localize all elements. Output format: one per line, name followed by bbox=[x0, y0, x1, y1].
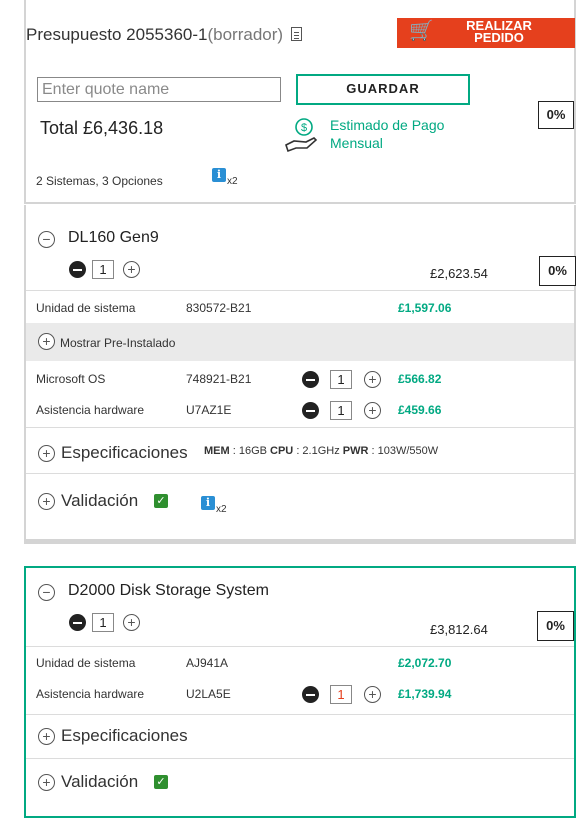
cart-plus-icon: 🛒 bbox=[409, 20, 434, 42]
mem-value: : 16GB bbox=[229, 445, 271, 457]
save-button[interactable]: GUARDAR bbox=[296, 74, 470, 105]
divider bbox=[26, 646, 574, 647]
quote-total: Total £6,436.18 bbox=[40, 118, 164, 138]
option-qty-input[interactable]: 1 bbox=[330, 685, 352, 704]
base-unit-label: Unidad de sistema bbox=[36, 656, 136, 670]
document-icon[interactable] bbox=[291, 27, 303, 41]
base-unit-price: £1,597.06 bbox=[398, 301, 452, 315]
place-order-label: REALIZAR PEDIDO bbox=[466, 18, 532, 45]
system-panel-dl160: − DL160 Gen9 1 + £2,623.54 0% Unidad de … bbox=[24, 205, 576, 544]
option-label: Microsoft OS bbox=[36, 372, 106, 386]
check-icon: ✓ bbox=[154, 494, 168, 508]
increase-qty-button[interactable]: + bbox=[123, 614, 140, 631]
check-icon: ✓ bbox=[154, 775, 168, 789]
decrease-qty-button[interactable] bbox=[69, 261, 86, 278]
specs-summary: MEM : 16GB CPU : 2.1GHz PWR : 103W/550W bbox=[204, 445, 438, 457]
specifications-toggle[interactable]: Especificaciones bbox=[61, 443, 188, 463]
decrease-option-qty-button[interactable] bbox=[302, 402, 319, 419]
collapse-icon[interactable]: − bbox=[38, 231, 55, 248]
increase-qty-button[interactable]: + bbox=[123, 261, 140, 278]
decrease-option-qty-button[interactable] bbox=[302, 686, 319, 703]
base-unit-sku: AJ941A bbox=[186, 656, 229, 670]
option-label: Asistencia hardware bbox=[36, 403, 145, 417]
validation-toggle[interactable]: Validación bbox=[61, 491, 138, 511]
divider bbox=[26, 427, 574, 428]
quote-summary-panel: Presupuesto 2055360-1(borrador) 🛒 REALIZ… bbox=[24, 0, 576, 204]
option-qty-input[interactable]: 1 bbox=[330, 370, 352, 389]
divider bbox=[26, 290, 574, 291]
system-price: £2,623.54 bbox=[430, 266, 488, 281]
mem-label: MEM bbox=[204, 445, 230, 457]
decrease-qty-button[interactable] bbox=[69, 614, 86, 631]
option-label: Asistencia hardware bbox=[36, 687, 145, 701]
info-count: x2 bbox=[216, 504, 227, 515]
option-sku: 748921-B21 bbox=[186, 372, 252, 386]
base-unit-label: Unidad de sistema bbox=[36, 301, 136, 315]
quote-discount-box[interactable]: 0% bbox=[538, 101, 574, 129]
validation-toggle[interactable]: Validación bbox=[61, 772, 138, 792]
monthly-payment-link[interactable]: Estimado de Pago Mensual bbox=[330, 116, 444, 152]
info-count: x2 bbox=[227, 176, 238, 187]
quote-summary-text: 2 Sistemas, 3 Opciones bbox=[36, 174, 163, 188]
option-qty-input[interactable]: 1 bbox=[330, 401, 352, 420]
increase-option-qty-button[interactable]: + bbox=[364, 371, 381, 388]
option-price: £1,739.94 bbox=[398, 687, 452, 701]
info-icon[interactable]: i bbox=[212, 168, 226, 182]
hand-dollar-icon: $ bbox=[284, 115, 320, 155]
expand-specs-icon[interactable]: + bbox=[38, 728, 55, 745]
increase-option-qty-button[interactable]: + bbox=[364, 402, 381, 419]
pwr-label: PWR bbox=[342, 445, 369, 457]
expand-specs-icon[interactable]: + bbox=[38, 445, 55, 462]
quote-title: Presupuesto 2055360-1(borrador) bbox=[26, 25, 303, 45]
quote-id: Presupuesto 2055360-1 bbox=[26, 25, 208, 44]
expand-validation-icon[interactable]: + bbox=[38, 493, 55, 510]
collapse-icon[interactable]: − bbox=[38, 584, 55, 601]
show-preinstalled-row[interactable]: + Mostrar Pre-Instalado bbox=[26, 323, 574, 361]
increase-option-qty-button[interactable]: + bbox=[364, 686, 381, 703]
quote-name-input[interactable] bbox=[37, 77, 281, 102]
expand-icon[interactable]: + bbox=[38, 333, 55, 350]
place-order-button[interactable]: 🛒 REALIZAR PEDIDO bbox=[397, 18, 575, 48]
info-icon[interactable]: i bbox=[201, 496, 215, 510]
system-name: D2000 Disk Storage System bbox=[68, 582, 269, 599]
pwr-value: : 103W/550W bbox=[368, 445, 439, 457]
system-price: £3,812.64 bbox=[430, 622, 488, 637]
option-price: £459.66 bbox=[398, 403, 442, 417]
divider bbox=[26, 714, 574, 715]
cpu-value: : 2.1GHz bbox=[293, 445, 343, 457]
base-unit-sku: 830572-B21 bbox=[186, 301, 252, 315]
svg-text:$: $ bbox=[301, 122, 307, 134]
payment-label-line-1: Estimado de Pago bbox=[330, 117, 445, 133]
option-sku: U7AZ1E bbox=[186, 403, 232, 417]
divider bbox=[26, 758, 574, 759]
cpu-label: CPU bbox=[270, 445, 294, 457]
option-price: £566.82 bbox=[398, 372, 442, 386]
base-unit-price: £2,072.70 bbox=[398, 656, 452, 670]
system-panel-d2000: − D2000 Disk Storage System 1 + £3,812.6… bbox=[24, 566, 576, 818]
show-preinstalled-label[interactable]: Mostrar Pre-Instalado bbox=[60, 336, 175, 350]
option-sku: U2LA5E bbox=[186, 687, 231, 701]
specifications-toggle[interactable]: Especificaciones bbox=[61, 726, 188, 746]
system-discount-box[interactable]: 0% bbox=[539, 256, 576, 286]
quote-status: (borrador) bbox=[207, 25, 284, 44]
payment-label-line-2: Mensual bbox=[330, 135, 383, 151]
expand-validation-icon[interactable]: + bbox=[38, 774, 55, 791]
system-discount-box[interactable]: 0% bbox=[537, 611, 574, 641]
divider bbox=[26, 473, 574, 474]
system-qty-input[interactable]: 1 bbox=[92, 260, 114, 279]
system-qty-input[interactable]: 1 bbox=[92, 613, 114, 632]
decrease-option-qty-button[interactable] bbox=[302, 371, 319, 388]
system-name: DL160 Gen9 bbox=[68, 229, 159, 246]
